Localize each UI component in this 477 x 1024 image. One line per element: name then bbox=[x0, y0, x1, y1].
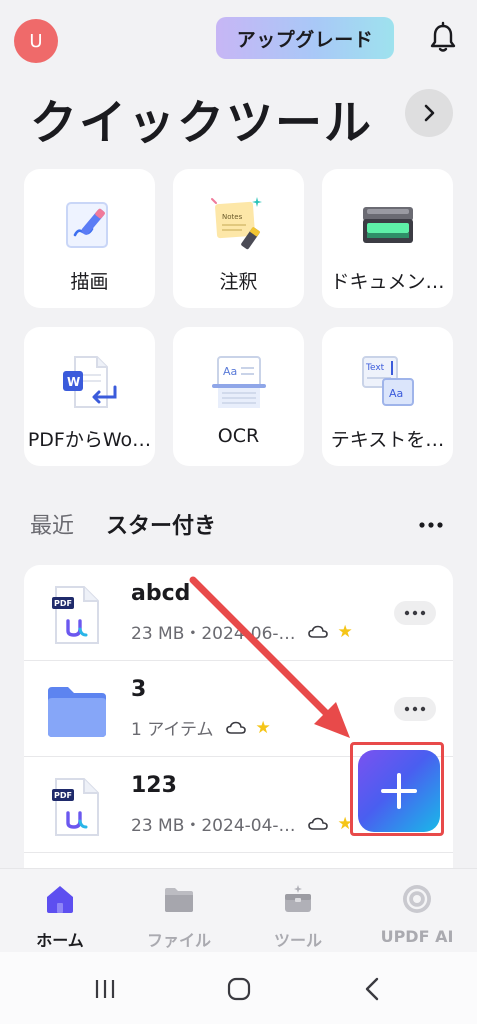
pdf-file-icon: PDF bbox=[52, 586, 99, 644]
cloud-icon bbox=[225, 721, 246, 734]
home-system-icon[interactable] bbox=[224, 974, 254, 1004]
svg-text:Notes: Notes bbox=[222, 213, 243, 221]
bottom-navigation: ホーム ファイル ツール UPDF AI bbox=[0, 868, 477, 952]
add-button[interactable] bbox=[358, 750, 440, 832]
back-icon[interactable] bbox=[358, 974, 388, 1004]
list-item[interactable]: PDF abcd 23 MB・2024-06-… ★ bbox=[24, 565, 453, 661]
cloud-icon bbox=[307, 817, 328, 830]
star-icon: ★ bbox=[337, 621, 353, 642]
tool-label: OCR bbox=[217, 425, 260, 447]
svg-text:W: W bbox=[67, 375, 80, 389]
tool-label: 注釈 bbox=[219, 271, 258, 293]
divider bbox=[24, 852, 453, 853]
nav-label: UPDF AI bbox=[380, 927, 454, 946]
more-options-icon[interactable] bbox=[416, 515, 446, 535]
nav-label: ファイル bbox=[146, 931, 211, 950]
scanner-icon bbox=[363, 207, 413, 243]
drawing-icon bbox=[66, 202, 108, 248]
tool-tile-scan-document[interactable]: ドキュメン… bbox=[322, 169, 453, 308]
cloud-icon bbox=[307, 625, 328, 638]
svg-text:PDF: PDF bbox=[54, 791, 72, 800]
more-options-icon bbox=[404, 610, 426, 616]
file-name: 3 bbox=[131, 677, 147, 702]
tool-label: PDFからWo… bbox=[27, 429, 152, 451]
tool-tile-drawing[interactable]: 描画 bbox=[24, 169, 155, 308]
tool-tile-ocr[interactable]: Aa OCR bbox=[173, 327, 304, 466]
upgrade-button[interactable]: アップグレード bbox=[216, 17, 394, 59]
nav-item-tools[interactable]: ツール bbox=[243, 869, 353, 953]
system-navigation-bar bbox=[0, 952, 477, 1024]
top-bar: U アップグレード bbox=[0, 0, 477, 80]
svg-text:Aa: Aa bbox=[223, 365, 237, 378]
nav-label: ツール bbox=[273, 931, 322, 950]
more-options-icon bbox=[404, 706, 426, 712]
tab-starred[interactable]: スター付き bbox=[106, 508, 216, 540]
tool-label: 描画 bbox=[70, 271, 109, 293]
home-icon bbox=[47, 886, 73, 913]
bell-icon[interactable] bbox=[426, 21, 460, 55]
nav-label: ホーム bbox=[36, 931, 84, 950]
row-more-button[interactable] bbox=[394, 601, 436, 625]
nav-item-home[interactable]: ホーム bbox=[5, 869, 115, 953]
ai-icon bbox=[403, 885, 431, 913]
avatar[interactable]: U bbox=[14, 19, 58, 63]
star-icon: ★ bbox=[255, 717, 271, 738]
file-meta: 23 MB・2024-06-… ★ bbox=[131, 619, 353, 645]
pdf-file-icon: PDF bbox=[52, 778, 99, 836]
tool-tile-pdf-to-word[interactable]: W PDFからWo… bbox=[24, 327, 155, 466]
file-name: 123 bbox=[131, 773, 177, 798]
file-meta-text: 1 アイテム bbox=[131, 720, 214, 740]
nav-item-files[interactable]: ファイル bbox=[124, 869, 234, 953]
svg-text:PDF: PDF bbox=[54, 599, 72, 608]
chevron-right-icon bbox=[424, 104, 435, 122]
toolbox-icon bbox=[285, 885, 311, 912]
file-meta-text: 23 MB・2024-04-… bbox=[131, 816, 296, 836]
file-name: abcd bbox=[131, 581, 191, 606]
svg-text:Aa: Aa bbox=[389, 387, 403, 400]
svg-text:Text: Text bbox=[365, 363, 385, 373]
pdf-to-word-icon: W bbox=[63, 356, 117, 408]
tool-label: ドキュメン… bbox=[330, 271, 445, 293]
text-recognition-icon: Text Aa bbox=[362, 356, 414, 406]
folder-icon bbox=[165, 888, 193, 912]
tab-recent[interactable]: 最近 bbox=[30, 508, 74, 540]
folder-icon bbox=[48, 687, 106, 737]
recent-apps-icon[interactable] bbox=[90, 974, 120, 1004]
file-meta-text: 23 MB・2024-06-… bbox=[131, 624, 296, 644]
file-meta: 23 MB・2024-04-… ★ bbox=[131, 811, 353, 837]
tool-label: テキストを… bbox=[330, 429, 445, 451]
nav-item-ai[interactable]: UPDF AI bbox=[362, 869, 472, 953]
quick-tools-more-button[interactable] bbox=[405, 89, 453, 137]
file-meta: 1 アイテム ★ bbox=[131, 715, 271, 741]
notes-annotation-icon: Notes bbox=[211, 197, 262, 250]
plus-icon bbox=[381, 773, 417, 809]
tool-tile-text-recognition[interactable]: Text Aa テキストを… bbox=[322, 327, 453, 466]
page-title: クイックツール bbox=[30, 96, 373, 151]
tool-tile-annotate[interactable]: Notes 注釈 bbox=[173, 169, 304, 308]
row-more-button[interactable] bbox=[394, 697, 436, 721]
ocr-icon: Aa bbox=[212, 356, 266, 408]
